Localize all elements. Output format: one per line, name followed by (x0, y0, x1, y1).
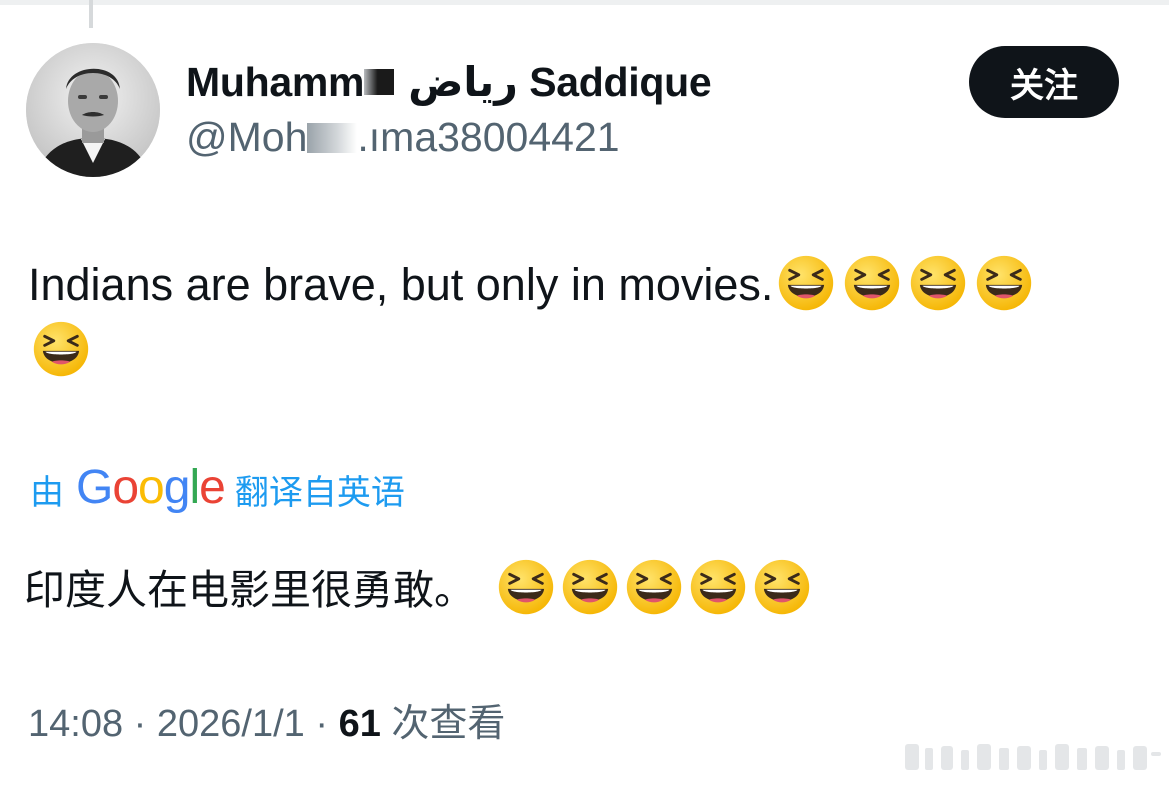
grinning-squinting-face-icon (779, 255, 834, 311)
tweet-meta: 14:08 · 2026/1/1 · 61 次查看 (28, 692, 505, 747)
tweet-text: Indians are brave, but only in movies. (28, 252, 1153, 384)
display-name-start: Muhamm (186, 59, 365, 105)
tweet-body: Indians are brave, but only in movies. (28, 259, 774, 310)
follow-button[interactable]: 关注 (969, 46, 1119, 118)
translated-text: 印度人在电影里很勇敢。 (24, 558, 811, 620)
display-name-end: Saddique (529, 59, 712, 105)
display-name[interactable]: Muhamm رياض Saddique (186, 58, 712, 106)
translated-body: 印度人在电影里很勇敢。 (24, 566, 475, 614)
meta-separator: · (315, 703, 329, 745)
redaction-block (364, 69, 395, 96)
grinning-squinting-face-icon (562, 559, 618, 615)
grinning-squinting-face-icon (690, 559, 746, 615)
handle-end: .ıma38004421 (357, 114, 620, 160)
user-handle[interactable]: @Moh .ıma38004421 (186, 114, 620, 161)
views-count: 61 (338, 703, 381, 745)
tweet-date[interactable]: 2026/1/1 (157, 703, 305, 745)
grinning-squinting-face-icon (754, 559, 810, 615)
display-name-arabic: رياض (408, 59, 518, 105)
grinning-squinting-face-icon (498, 559, 554, 615)
views-label: 次查看 (391, 701, 506, 745)
grinning-squinting-face-icon (626, 559, 682, 615)
avatar[interactable] (26, 43, 160, 177)
translation-suffix: 翻译自英语 (234, 473, 405, 513)
thread-line (89, 0, 93, 28)
grinning-squinting-face-icon (977, 255, 1032, 311)
grinning-squinting-face-icon (845, 255, 900, 311)
grinning-squinting-face-icon (911, 255, 966, 311)
grinning-squinting-face-icon (33, 321, 89, 377)
google-logo: Google (76, 461, 226, 514)
avatar-portrait-icon (26, 43, 160, 177)
meta-separator: · (133, 703, 147, 745)
translation-attribution[interactable]: 由 Google 翻译自英语 (30, 461, 405, 517)
watermark-icon (905, 744, 1161, 770)
emoji-group (475, 559, 811, 615)
top-divider (0, 0, 1169, 5)
translation-prefix: 由 (30, 473, 64, 513)
handle-start: @Moh (186, 114, 308, 160)
tweet-time[interactable]: 14:08 (28, 703, 123, 745)
redaction-block (307, 123, 358, 154)
